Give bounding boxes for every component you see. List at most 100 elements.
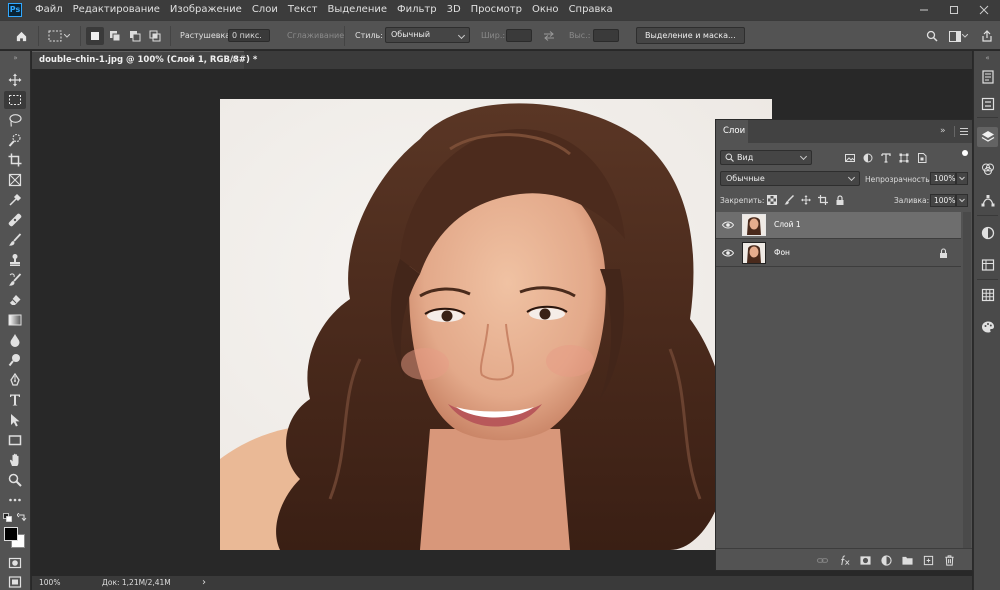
libraries-panel-icon[interactable]	[977, 255, 998, 275]
blur-tool-icon[interactable]	[4, 331, 26, 349]
width-input[interactable]	[506, 29, 532, 42]
feather-input[interactable]: 0 пикс.	[228, 29, 270, 42]
menu-3d[interactable]: 3D	[442, 0, 466, 20]
move-tool-icon[interactable]	[4, 71, 26, 89]
adjustments-panel-icon[interactable]	[977, 223, 998, 243]
layer-row-background[interactable]: Фон	[716, 240, 961, 267]
screen-mode-icon[interactable]	[4, 573, 26, 590]
menu-help[interactable]: Справка	[564, 0, 618, 20]
lock-all-icon[interactable]	[834, 194, 846, 206]
search-icon[interactable]	[923, 27, 941, 45]
collapse-toolbar-icon[interactable]: »	[3, 51, 28, 65]
tab-layers[interactable]: Слои	[716, 120, 748, 143]
lasso-tool-icon[interactable]	[4, 111, 26, 129]
quick-selection-tool-icon[interactable]	[4, 131, 26, 149]
pen-tool-icon[interactable]	[4, 371, 26, 389]
gradient-tool-icon[interactable]	[4, 311, 26, 329]
status-menu-arrow[interactable]: ›	[202, 576, 206, 590]
filter-shape-icon[interactable]	[898, 152, 910, 164]
menu-window[interactable]: Окно	[527, 0, 564, 20]
opacity-slider-toggle[interactable]	[956, 172, 968, 185]
filter-smart-object-icon[interactable]	[916, 152, 928, 164]
photoshop-logo[interactable]: Ps	[8, 3, 22, 17]
type-tool-icon[interactable]	[4, 391, 26, 409]
link-layers-icon[interactable]	[816, 554, 828, 566]
zoom-level[interactable]: 100%	[39, 576, 60, 590]
panel-collapse-icon[interactable]: »	[940, 126, 946, 136]
menu-select[interactable]: Выделение	[322, 0, 392, 20]
properties-panel-icon[interactable]	[977, 94, 998, 114]
history-brush-tool-icon[interactable]	[4, 271, 26, 289]
visibility-eye-icon[interactable]	[722, 220, 734, 230]
layer-row-layer1[interactable]: Слой 1	[716, 212, 961, 239]
document-tab[interactable]: double-chin-1.jpg @ 100% (Слой 1, RGB/8#…	[32, 51, 257, 69]
collapse-panels-icon[interactable]: «	[975, 51, 1000, 65]
healing-brush-tool-icon[interactable]	[4, 211, 26, 229]
filter-adjustment-icon[interactable]	[862, 152, 874, 164]
menu-view[interactable]: Просмотр	[466, 0, 527, 20]
tab-close-icon[interactable]: ×	[230, 52, 238, 69]
dodge-tool-icon[interactable]	[4, 351, 26, 369]
blend-mode-select[interactable]: Обычные	[720, 171, 860, 186]
fill-slider-toggle[interactable]	[956, 194, 968, 207]
filter-type-icon[interactable]	[880, 152, 892, 164]
panel-menu-icon[interactable]	[960, 128, 968, 135]
swatches-grid-icon[interactable]	[977, 285, 998, 305]
layers-panel-icon[interactable]	[977, 127, 998, 147]
subtract-from-selection-icon[interactable]	[126, 27, 144, 45]
share-icon[interactable]	[978, 27, 996, 45]
hand-tool-icon[interactable]	[4, 451, 26, 469]
filter-pixel-icon[interactable]	[844, 152, 856, 164]
quick-mask-icon[interactable]	[4, 554, 26, 572]
brush-tool-icon[interactable]	[4, 231, 26, 249]
default-colors-icon[interactable]	[3, 513, 13, 523]
minimize-icon[interactable]	[910, 0, 938, 20]
lock-pixels-icon[interactable]	[783, 194, 795, 206]
crop-tool-icon[interactable]	[4, 151, 26, 169]
style-select[interactable]: Обычный	[385, 27, 470, 43]
menu-filter[interactable]: Фильтр	[392, 0, 442, 20]
antialias-checkbox-label[interactable]: Сглаживание	[287, 31, 344, 40]
clone-stamp-tool-icon[interactable]	[4, 251, 26, 269]
menu-edit[interactable]: Редактирование	[68, 0, 165, 20]
lock-transparency-icon[interactable]	[766, 194, 778, 206]
new-adjustment-layer-icon[interactable]	[880, 554, 892, 566]
layer-lock-icon[interactable]	[939, 248, 948, 258]
layer-effects-icon[interactable]	[838, 554, 850, 566]
eyedropper-tool-icon[interactable]	[4, 191, 26, 209]
menu-file[interactable]: Файл	[30, 0, 68, 20]
delete-layer-icon[interactable]	[943, 554, 955, 566]
paths-panel-icon[interactable]	[977, 191, 998, 211]
fill-input[interactable]: 100%	[930, 194, 956, 207]
zoom-tool-icon[interactable]	[4, 471, 26, 489]
more-tools-icon[interactable]	[4, 491, 26, 509]
path-selection-tool-icon[interactable]	[4, 411, 26, 429]
foreground-color-swatch[interactable]	[4, 527, 18, 541]
swap-colors-icon[interactable]	[17, 513, 27, 523]
layers-scrollbar[interactable]	[963, 212, 971, 548]
height-input[interactable]	[593, 29, 619, 42]
rect-marquee-tool-icon[interactable]	[4, 91, 26, 109]
intersect-selection-icon[interactable]	[146, 27, 164, 45]
new-group-icon[interactable]	[901, 554, 913, 566]
history-panel-icon[interactable]	[977, 67, 998, 87]
new-selection-icon[interactable]	[86, 27, 104, 45]
new-layer-icon[interactable]	[922, 554, 934, 566]
opacity-input[interactable]: 100%	[930, 172, 956, 185]
lock-position-icon[interactable]	[800, 194, 812, 206]
channels-panel-icon[interactable]	[977, 159, 998, 179]
document-image[interactable]	[220, 99, 772, 550]
close-window-icon[interactable]	[970, 0, 998, 20]
swap-dimensions-icon[interactable]	[540, 27, 558, 45]
add-mask-icon[interactable]	[859, 554, 871, 566]
menu-type[interactable]: Текст	[283, 0, 323, 20]
rectangle-tool-icon[interactable]	[4, 431, 26, 449]
workspace-chevron-down-icon[interactable]	[960, 27, 970, 45]
filter-toggle-icon[interactable]	[962, 150, 968, 156]
chevron-down-icon[interactable]	[62, 27, 72, 45]
menu-layers[interactable]: Слои	[247, 0, 283, 20]
frame-tool-icon[interactable]	[4, 171, 26, 189]
select-and-mask-button[interactable]: Выделение и маска...	[636, 27, 745, 44]
lock-artboard-icon[interactable]	[817, 194, 829, 206]
menu-image[interactable]: Изображение	[165, 0, 247, 20]
